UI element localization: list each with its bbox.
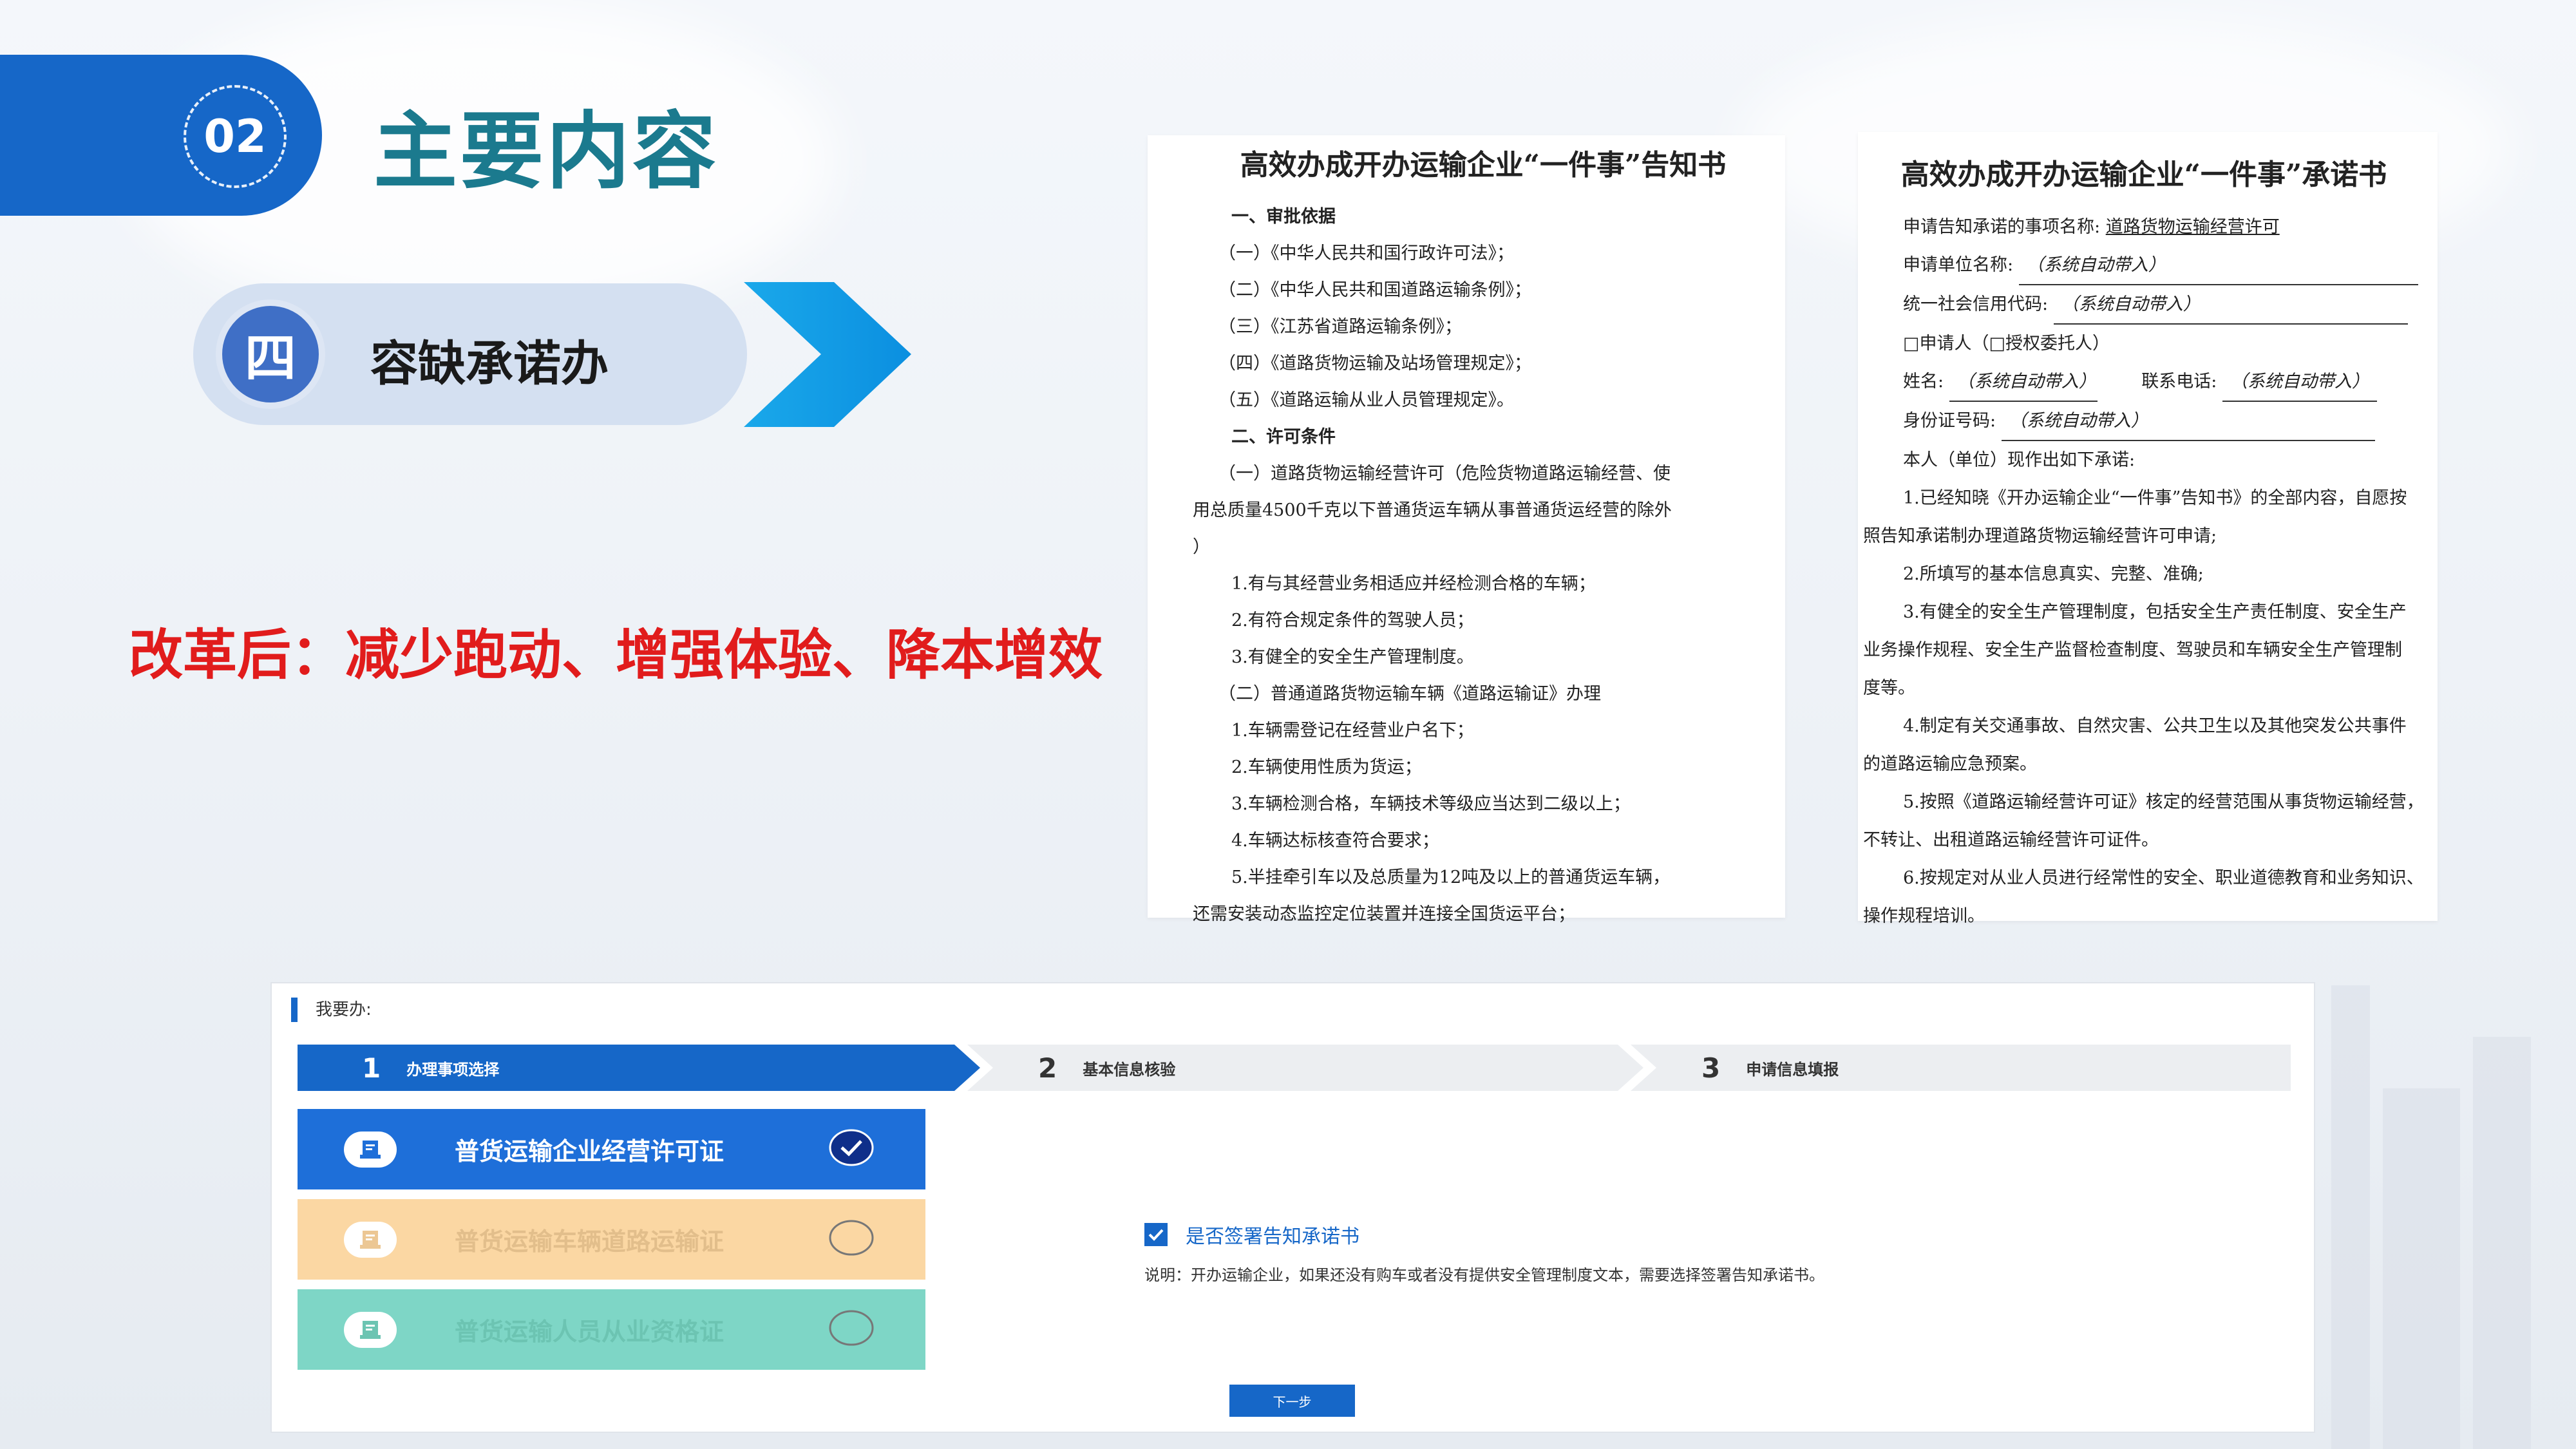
commit-item-value: 道路货物运输经营许可: [2105, 217, 2280, 237]
commitment-line: 1.已经知晓《开办运输企业“一件事”告知书》的全部内容，自愿按: [1903, 488, 2407, 508]
section-pill-number: 四: [216, 299, 325, 409]
commit-credit-label: 统一社会信用代码:: [1903, 294, 2049, 314]
commit-credit-row: 统一社会信用代码: （系统自动带入）: [1863, 285, 2425, 325]
notice-document: 高效办成开办运输企业“一件事”告知书 一、审批依据 （一）《中华人民共和国行政许可…: [1148, 135, 1785, 924]
commitment-line: 4.制定有关交通事故、自然灾害、公共卫生以及其他突发公共事件: [1903, 716, 2407, 736]
step-2[interactable]: 2 基本信息核验: [967, 1045, 1643, 1091]
notice-line: ）: [1193, 537, 1210, 557]
sign-commitment-note: 说明：开办运输企业，如果还没有购车或者没有提供安全管理制度文本，需要选择签署告知…: [1144, 1266, 1824, 1284]
commitment-line: 5.按照《道路运输经营许可证》核定的经营范围从事货物运输经营，: [1903, 792, 2424, 812]
commitment-line: 操作规程培训。: [1863, 906, 1985, 926]
commit-name-value: （系统自动带入）: [1949, 363, 2098, 402]
next-step-button[interactable]: 下一步: [1229, 1385, 1355, 1417]
step-1[interactable]: 1 办理事项选择: [298, 1045, 980, 1091]
commit-id-value: （系统自动带入）: [2001, 402, 2375, 441]
commit-item-label: 申请告知承诺的事项名称:: [1903, 217, 2101, 237]
notice-line: 还需安装动态监控定位装置并连接全国货运平台；: [1193, 904, 1575, 924]
checked-radio-icon: [829, 1129, 874, 1166]
background-skyline: [2331, 985, 2370, 1449]
notice-line: 1.车辆需登记在经营业户名下；: [1231, 721, 1474, 741]
commit-unit-label: 申请单位名称:: [1903, 255, 2014, 275]
unchecked-radio-icon: [829, 1220, 874, 1256]
option-personnel-certificate[interactable]: 普货运输人员从业资格证: [298, 1289, 925, 1370]
certificate-icon: [344, 1131, 397, 1168]
application-portal: 我要办: 1 办理事项选择 2 基本信息核验 3 申请信息填报 普货运输企业经营…: [270, 982, 2315, 1433]
section-number-badge: 02: [184, 85, 287, 188]
sign-commitment-checkbox-row[interactable]: 是否签署告知承诺书: [1144, 1220, 1359, 1249]
commit-phone-label: 联系电话:: [2141, 372, 2217, 392]
notice-line: （二）《中华人民共和国道路运输条例》；: [1218, 280, 1531, 300]
commit-id-label: 身份证号码:: [1903, 411, 1996, 431]
background-skyline: [2473, 1037, 2531, 1449]
commitment-line: 本人（单位）现作出如下承诺:: [1903, 450, 2136, 470]
commitment-line: 6.按规定对从业人员进行经常性的安全、职业道德教育和业务知识、: [1903, 868, 2424, 888]
section-pill-label: 容缺承诺办: [370, 336, 609, 392]
commitment-line: 度等。: [1863, 678, 1915, 698]
notice-line: （一）道路货物运输经营许可（危险货物道路运输经营、使: [1218, 464, 1671, 484]
chevron-right-icon: [744, 282, 911, 427]
commitment-line: 3.有健全的安全生产管理制度，包括安全生产责任制度、安全生产: [1903, 602, 2407, 622]
notice-line: 用总质量4500千克以下普通货运车辆从事普通货运经营的除外: [1193, 500, 1672, 520]
notice-line: （二）普通道路货物运输车辆《道路运输证》办理: [1218, 684, 1601, 704]
step-label: 申请信息填报: [1746, 1060, 1839, 1079]
commitment-line: 的道路运输应急预案。: [1863, 754, 2037, 774]
step-label: 基本信息核验: [1083, 1060, 1176, 1079]
commitment-line: 2.所填写的基本信息真实、完整、准确;: [1903, 564, 2204, 584]
reform-statement: 改革后：减少跑动、增强体验、降本增效: [129, 623, 1103, 687]
commit-item-row: 申请告知承诺的事项名称: 道路货物运输经营许可: [1863, 208, 2425, 246]
option-label: 普货运输企业经营许可证: [455, 1137, 724, 1166]
commit-id-row: 身份证号码: （系统自动带入）: [1863, 402, 2425, 441]
option-label: 普货运输车辆道路运输证: [455, 1227, 724, 1256]
notice-line: （四）《道路货物运输及站场管理规定》；: [1218, 354, 1531, 374]
step-number: 3: [1701, 1052, 1721, 1084]
page-title: 主要内容: [374, 102, 719, 200]
background-skyline: [2383, 1088, 2460, 1449]
notice-line: 3.有健全的安全生产管理制度。: [1231, 647, 1474, 667]
notice-line: （三）《江苏省道路运输条例》；: [1218, 317, 1462, 337]
option-vehicle-permit[interactable]: 普货运输车辆道路运输证: [298, 1199, 925, 1280]
notice-line: 一、审批依据: [1231, 207, 1336, 227]
notice-line: （五）《道路运输从业人员管理规定》。: [1218, 390, 1514, 410]
notice-line: 二、许可条件: [1231, 427, 1336, 447]
commit-unit-row: 申请单位名称: （系统自动带入）: [1863, 246, 2425, 285]
notice-line: 2.车辆使用性质为货运；: [1231, 757, 1422, 777]
commitment-body: 本人（单位）现作出如下承诺: 1.已经知晓《开办运输企业“一件事”告知书》的全部内…: [1863, 441, 2425, 935]
commitment-line: 照告知承诺制办理道路货物运输经营许可申请;: [1863, 526, 2217, 546]
notice-title: 高效办成开办运输企业“一件事”告知书: [1240, 149, 1727, 182]
commitment-title: 高效办成开办运输企业“一件事”承诺书: [1900, 158, 2387, 191]
portal-heading: 我要办:: [291, 998, 372, 1022]
commit-credit-value: （系统自动带入）: [2053, 285, 2408, 325]
certificate-icon: [344, 1311, 397, 1348]
unchecked-radio-icon: [829, 1310, 874, 1346]
notice-line: 2.有符合规定条件的驾驶人员；: [1231, 611, 1474, 630]
step-progress: 1 办理事项选择 2 基本信息核验 3 申请信息填报: [298, 1045, 2291, 1091]
option-label: 普货运输人员从业资格证: [455, 1318, 724, 1346]
notice-line: 5.半挂牵引车以及总质量为12吨及以上的普通货运车辆，: [1231, 867, 1671, 887]
notice-line: 1.有与其经营业务相适应并经检测合格的车辆；: [1231, 574, 1596, 594]
commit-name-label: 姓名:: [1903, 372, 1944, 392]
notice-line: （一）《中华人民共和国行政许可法》；: [1218, 243, 1514, 263]
commit-name-row: 姓名: （系统自动带入） 联系电话: （系统自动带入）: [1863, 363, 2425, 402]
option-business-license[interactable]: 普货运输企业经营许可证: [298, 1109, 925, 1189]
notice-line: 3.车辆检测合格，车辆技术等级应当达到二级以上；: [1231, 794, 1631, 814]
step-number: 1: [362, 1052, 381, 1084]
commitment-line: 业务操作规程、安全生产监督检查制度、驾驶员和车辆安全生产管理制: [1863, 640, 2402, 660]
notice-line: 4.车辆达标核查符合要求；: [1231, 831, 1439, 851]
commitment-document: 高效办成开办运输企业“一件事”承诺书 申请告知承诺的事项名称: 道路货物运输经营…: [1858, 132, 2438, 926]
commit-applicant-row: □申请人（□授权委托人）: [1903, 334, 2110, 354]
step-3[interactable]: 3 申请信息填报: [1631, 1045, 2291, 1091]
commit-phone-value: （系统自动带入）: [2222, 363, 2377, 402]
commit-unit-value: （系统自动带入）: [2018, 246, 2418, 285]
certificate-icon: [344, 1221, 397, 1258]
checkbox-checked-icon[interactable]: [1144, 1223, 1168, 1246]
step-label: 办理事项选择: [406, 1060, 500, 1079]
sign-commitment-label: 是否签署告知承诺书: [1186, 1226, 1359, 1248]
commitment-line: 不转让、出租道路运输经营许可证件。: [1863, 830, 2159, 850]
notice-body: 一、审批依据 （一）《中华人民共和国行政许可法》； （二）《中华人民共和国道路运输条…: [1193, 198, 1774, 933]
step-number: 2: [1038, 1052, 1057, 1084]
